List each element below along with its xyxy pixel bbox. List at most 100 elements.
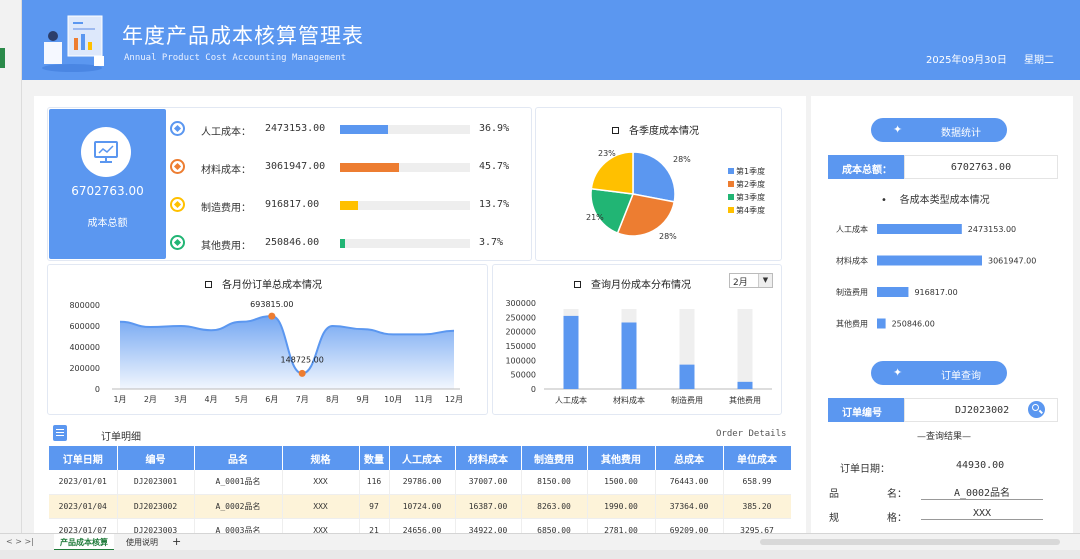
horizontal-scrollbar[interactable] — [760, 539, 1060, 545]
category-label: 材料成本 — [836, 256, 868, 266]
table-cell[interactable]: DJ2023003 — [117, 518, 195, 533]
table-cell[interactable]: 34922.00 — [455, 518, 522, 533]
column-header[interactable]: 人工成本 — [389, 446, 456, 470]
cost-progress-fill — [340, 163, 400, 172]
result-name-value: A_0002品名 — [921, 484, 1043, 500]
x-tick-label: 材料成本 — [613, 395, 645, 405]
y-tick-label: 400000 — [69, 343, 100, 352]
x-tick-label: 12月 — [445, 395, 463, 404]
column-header[interactable]: 材料成本 — [455, 446, 522, 470]
sidebar-total-value: 6702763.00 — [904, 155, 1058, 179]
column-header[interactable]: 制造费用 — [521, 446, 588, 470]
column-header[interactable]: 编号 — [117, 446, 195, 470]
column-header[interactable]: 单位成本 — [723, 446, 791, 470]
table-cell[interactable]: A_0003品名 — [194, 518, 283, 533]
right-sidebar: ✦ 数据统计 成本总额： 6702763.00 • 各成本类型成本情况 人工成本… — [811, 96, 1073, 533]
cost-percent: 3.7% — [479, 237, 504, 248]
table-cell[interactable]: 10724.00 — [389, 494, 456, 519]
table-cell[interactable]: 97 — [359, 494, 390, 519]
table-cell[interactable]: 2023/01/01 — [49, 470, 118, 495]
table-cell[interactable]: 2023/01/04 — [49, 494, 118, 519]
y-tick-label: 0 — [531, 385, 536, 394]
cost-name: 材料成本： — [201, 165, 251, 176]
table-cell[interactable]: 8263.00 — [521, 494, 588, 519]
stats-button[interactable]: ✦ 数据统计 — [871, 118, 1007, 142]
x-tick-label: 11月 — [415, 395, 433, 404]
column-header[interactable]: 规格 — [282, 446, 360, 470]
bar-data-label: 2473153.00 — [968, 225, 1016, 234]
tab-nav-arrows[interactable]: < > >| — [6, 537, 34, 546]
pie-data-label: 28% — [659, 232, 677, 241]
result-date-label: 订单日期： — [840, 464, 890, 475]
pie-data-label: 21% — [586, 213, 604, 222]
table-row[interactable]: 2023/01/07 DJ2023003 A_0003品名 XXX 21 24656.00… — [49, 518, 791, 533]
table-cell[interactable]: XXX — [282, 494, 360, 519]
category-label: 人工成本 — [836, 224, 868, 234]
table-cell[interactable]: 3295.67 — [723, 518, 791, 533]
y-tick-label: 200000 — [69, 364, 100, 373]
column-header[interactable]: 品名 — [194, 446, 283, 470]
table-cell[interactable]: A_0001品名 — [194, 470, 283, 495]
y-tick-label: 100000 — [505, 356, 536, 365]
x-tick-label: 2月 — [144, 395, 157, 404]
monthly-chart-title: 各月份订单总成本情况 — [205, 276, 322, 291]
cost-value: 916817.00 — [265, 199, 320, 210]
table-cell[interactable]: 24656.00 — [389, 518, 456, 533]
table-cell[interactable]: 2781.00 — [587, 518, 656, 533]
tab-cost-accounting[interactable]: 产品成本核算 — [54, 534, 114, 551]
table-cell[interactable]: DJ2023002 — [117, 494, 195, 519]
tab-instructions[interactable]: 使用说明 — [120, 534, 164, 551]
table-cell[interactable]: 16387.00 — [455, 494, 522, 519]
x-tick-label: 7月 — [296, 395, 309, 404]
table-cell[interactable]: 2023/01/07 — [49, 518, 118, 533]
month-select[interactable]: 2月 ▼ — [729, 273, 773, 288]
status-bar — [0, 550, 1080, 559]
table-row[interactable]: 2023/01/04 DJ2023002 A_0002品名 XXX 97 10724.00… — [49, 494, 791, 519]
table-cell[interactable]: 21 — [359, 518, 390, 533]
diamond-icon — [170, 197, 185, 212]
table-cell[interactable]: 37364.00 — [655, 494, 724, 519]
low-marker — [298, 369, 306, 377]
order-query-button[interactable]: ✦ 订单查询 — [871, 361, 1007, 385]
table-row[interactable]: 2023/01/01 DJ2023001 A_0001品名 XXX 116 29786.0… — [49, 470, 791, 495]
table-cell[interactable]: 1500.00 — [587, 470, 656, 495]
column-header[interactable]: 总成本 — [655, 446, 724, 470]
table-cell[interactable]: XXX — [282, 470, 360, 495]
bar — [737, 381, 753, 389]
table-cell[interactable]: 116 — [359, 470, 390, 495]
table-cell[interactable]: 37007.00 — [455, 470, 522, 495]
y-tick-label: 600000 — [69, 322, 100, 331]
pie-slice — [590, 151, 634, 195]
x-tick-label: 4月 — [205, 395, 218, 404]
search-icon[interactable] — [1028, 401, 1045, 418]
table-cell[interactable]: 6850.00 — [521, 518, 588, 533]
table-cell[interactable]: 658.99 — [723, 470, 791, 495]
sidebar-total-label: 成本总额： — [828, 155, 904, 179]
column-header[interactable]: 订单日期 — [49, 446, 118, 470]
column-header[interactable]: 数量 — [359, 446, 390, 470]
legend-label: 第1季度 — [736, 166, 765, 176]
table-cell[interactable]: XXX — [282, 518, 360, 533]
cost-percent: 36.9% — [479, 123, 510, 134]
sheet-tab-bar: < > >| 产品成本核算 使用说明 + — [0, 533, 1080, 551]
monthly-area-chart: 800000 600000 400000 200000 0 1月 2月 3月 4月 5月 6月 7月 8… — [69, 300, 463, 404]
cost-name: 人工成本： — [201, 127, 251, 138]
table-cell[interactable]: A_0002品名 — [194, 494, 283, 519]
table-cell[interactable]: DJ2023001 — [117, 470, 195, 495]
orders-table: 订单日期 编号 品名 规格 数量 人工成本 材料成本 制造费用 其他费用 总成本 单位成本 2023… — [49, 446, 791, 533]
table-cell[interactable]: 69209.00 — [655, 518, 724, 533]
cost-progress-track — [340, 239, 470, 248]
table-cell[interactable]: 1990.00 — [587, 494, 656, 519]
table-cell[interactable]: 385.20 — [723, 494, 791, 519]
y-tick-label: 300000 — [505, 299, 536, 308]
column-header[interactable]: 其他费用 — [587, 446, 656, 470]
x-tick-label: 6月 — [265, 395, 278, 404]
table-cell[interactable]: 29786.00 — [389, 470, 456, 495]
y-tick-label: 250000 — [505, 313, 536, 322]
bar — [563, 315, 579, 389]
table-cell[interactable]: 8150.00 — [521, 470, 588, 495]
add-sheet-button[interactable]: + — [166, 534, 187, 551]
y-tick-label: 200000 — [505, 328, 536, 337]
table-cell[interactable]: 76443.00 — [655, 470, 724, 495]
pie-data-label: 23% — [598, 149, 616, 158]
